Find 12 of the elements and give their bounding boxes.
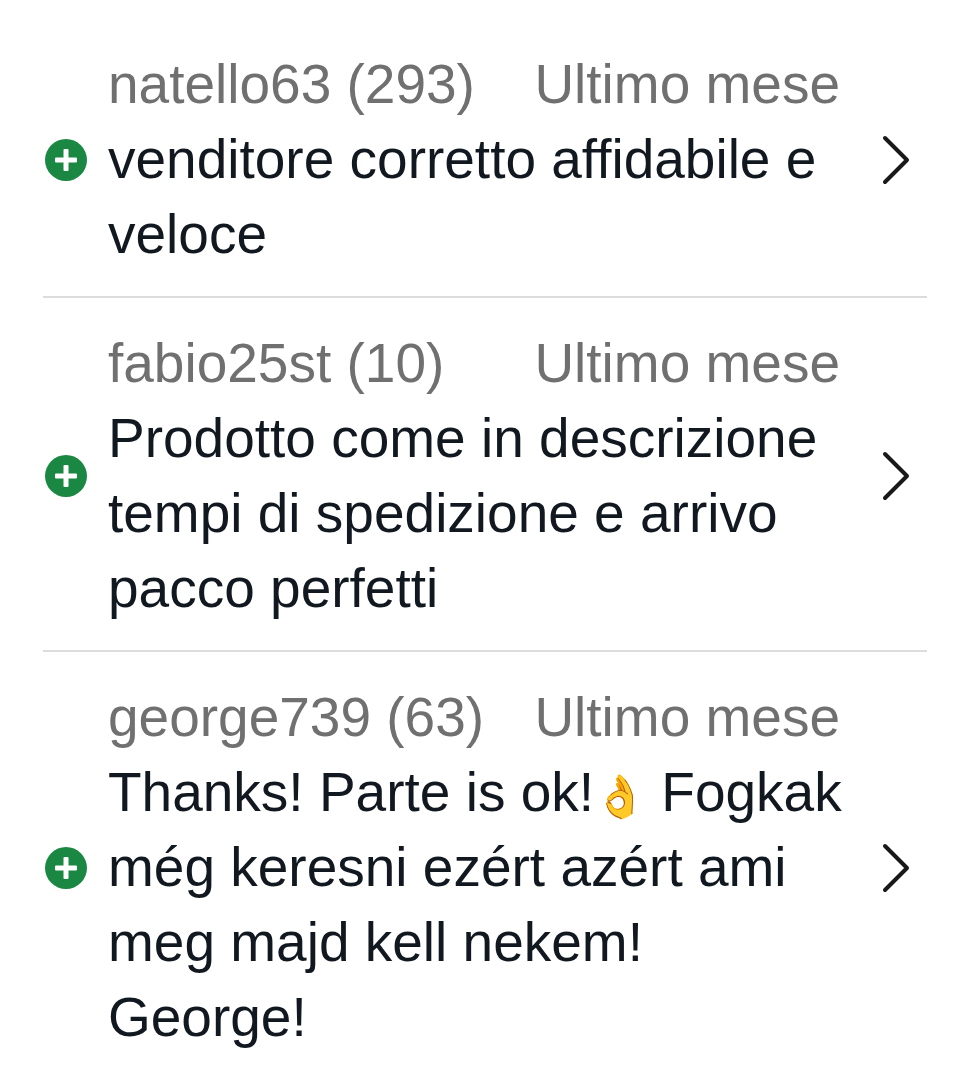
chevron-right-icon[interactable] (882, 134, 910, 185)
chevron-right-icon[interactable] (882, 842, 910, 893)
review-comment: Thanks! Parte is ok!👌 Fogkak még keresni ezért azért ami meg majd kell nekem! George! (108, 760, 843, 1050)
reviewer-name: fabio25st (10) (108, 331, 445, 396)
review-date: Ultimo mese (534, 685, 840, 750)
review-comment: venditore corretto affidabile e veloce (108, 127, 818, 267)
review-date: Ultimo mese (534, 331, 840, 396)
reviewer-name: george739 (63) (108, 685, 485, 750)
review-comment: Prodotto come in descrizione tempi di spedizione e arrivo pacco perfetti (108, 406, 819, 621)
chevron-right-icon[interactable] (882, 451, 910, 501)
review-date: Ultimo mese (534, 52, 840, 117)
reviewer-name: natello63 (293) (108, 52, 475, 117)
